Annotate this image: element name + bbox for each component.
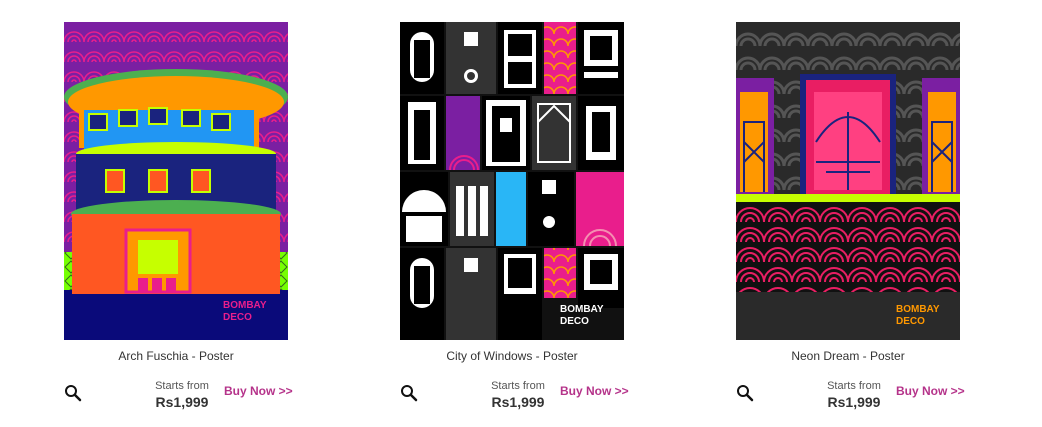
price-block: Starts from Rs1,999 — [478, 380, 558, 410]
poster-brand-text: BOMBAY — [223, 300, 267, 311]
poster-brand-text: DECO — [223, 312, 252, 323]
poster-brand-text: BOMBAY — [896, 304, 940, 315]
buy-now-link[interactable]: Buy Now >> — [896, 384, 965, 398]
magnifier-icon[interactable] — [64, 384, 82, 402]
price-block: Starts from Rs1,999 — [814, 380, 894, 410]
product-title[interactable]: Neon Dream - Poster — [736, 349, 960, 363]
buy-now-link[interactable]: Buy Now >> — [560, 384, 629, 398]
product-card-neon-dream: BOMBAY DECO Neon Dream - Poster Starts f… — [736, 22, 965, 410]
product-card-arch-fuschia: BOMBAY DECO Arch Fuschia - Poster Starts… — [64, 22, 293, 410]
poster-image-neon-dream[interactable]: BOMBAY DECO — [736, 22, 960, 340]
price-value: Rs1,999 — [491, 394, 545, 410]
product-card-city-of-windows: BOMBAY DECO City of Windows - Poster Sta… — [400, 22, 629, 410]
poster-brand-text: DECO — [896, 316, 925, 327]
magnifier-icon[interactable] — [736, 384, 754, 402]
poster-image-arch-fuschia[interactable]: BOMBAY DECO — [64, 22, 288, 340]
starts-from-label: Starts from — [155, 380, 209, 392]
product-title[interactable]: Arch Fuschia - Poster — [64, 349, 288, 363]
poster-image-city-of-windows[interactable]: BOMBAY DECO — [400, 22, 624, 340]
starts-from-label: Starts from — [491, 380, 545, 392]
poster-brand-text: DECO — [560, 316, 589, 327]
price-block: Starts from Rs1,999 — [142, 380, 222, 410]
magnifier-icon[interactable] — [400, 384, 418, 402]
buy-now-link[interactable]: Buy Now >> — [224, 384, 293, 398]
poster-brand-text: BOMBAY — [560, 304, 604, 315]
starts-from-label: Starts from — [827, 380, 881, 392]
product-title[interactable]: City of Windows - Poster — [400, 349, 624, 363]
price-value: Rs1,999 — [155, 394, 209, 410]
price-value: Rs1,999 — [827, 394, 881, 410]
